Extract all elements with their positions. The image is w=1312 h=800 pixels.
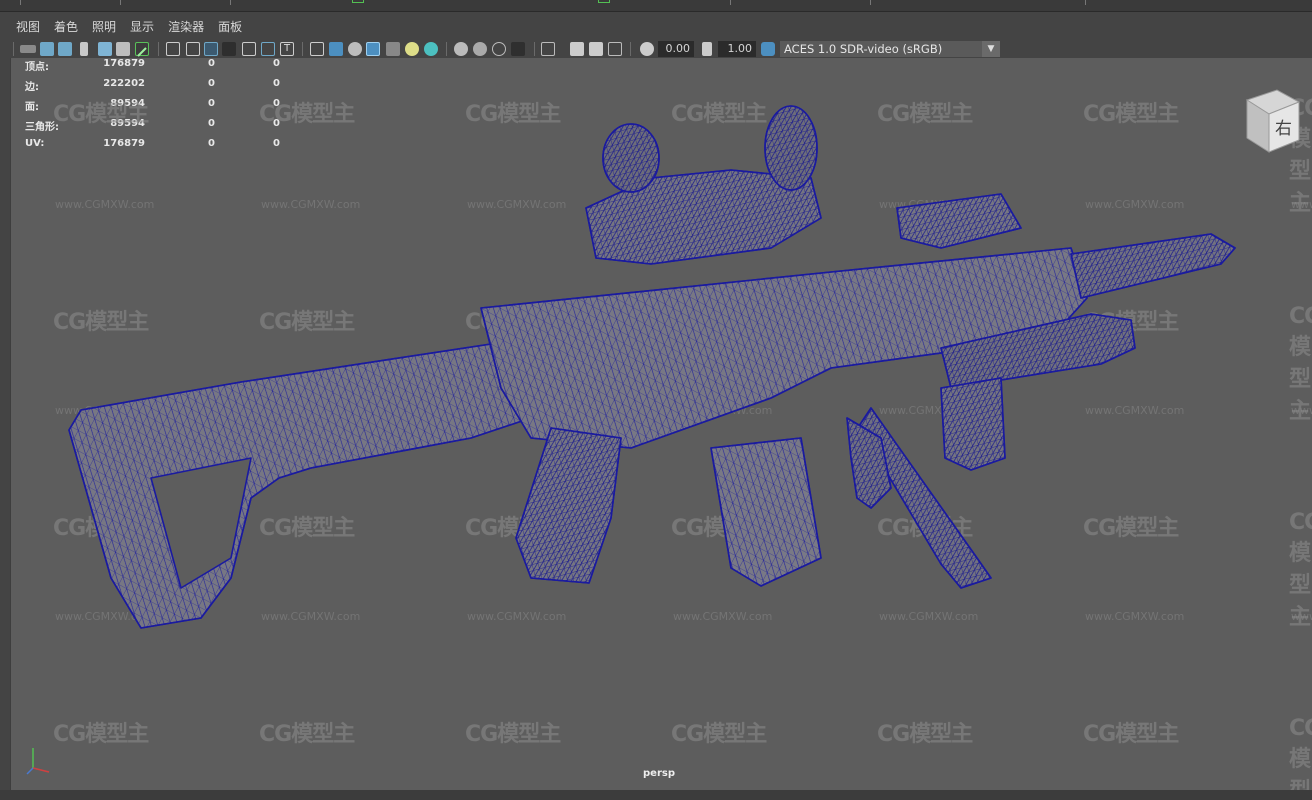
view-cube[interactable]: 右: [1237, 86, 1307, 156]
menu-view[interactable]: 视图: [16, 18, 40, 35]
menu-panels[interactable]: 面板: [218, 18, 242, 35]
menu-lighting[interactable]: 照明: [92, 18, 116, 35]
motion-blur-icon[interactable]: [473, 42, 487, 56]
use-lights-icon[interactable]: [405, 42, 419, 56]
toolbar-separator: [446, 42, 447, 56]
safe-action-icon[interactable]: [261, 42, 275, 56]
xray-active-icon[interactable]: [589, 42, 603, 56]
toolbar-separator: [158, 42, 159, 56]
isolate-select-icon[interactable]: [541, 42, 555, 56]
strip-tick: [730, 0, 731, 5]
menu-shading[interactable]: 着色: [54, 18, 78, 35]
barrel-part: [1070, 233, 1236, 299]
gamma-icon[interactable]: [702, 42, 712, 56]
rifle-wireframe-model[interactable]: [11, 58, 1312, 790]
foregrip-part: [940, 377, 1006, 471]
anti-aliasing-icon[interactable]: [492, 42, 506, 56]
view-cube-face-label: 右: [1275, 119, 1292, 139]
safe-title-icon[interactable]: T: [280, 42, 294, 56]
gate-mask-icon[interactable]: [222, 42, 236, 56]
strip-tick: [1085, 0, 1086, 5]
toolbar-separator: [630, 42, 631, 56]
axis-gizmo: [23, 738, 63, 778]
color-space-label: ACES 1.0 SDR-video (sRGB): [784, 42, 943, 56]
strip-marker-green: [598, 0, 610, 3]
grid-icon[interactable]: [166, 42, 180, 56]
wireframe-icon[interactable]: [310, 42, 324, 56]
smooth-shade-icon[interactable]: [329, 42, 343, 56]
toolbar-separator: [534, 42, 535, 56]
color-space-dropdown[interactable]: ACES 1.0 SDR-video (sRGB) ▼: [780, 41, 1000, 57]
strip-tick: [120, 0, 121, 5]
chevron-down-icon: ▼: [982, 41, 1000, 57]
strip-marker-green: [352, 0, 364, 3]
top-timeline-strip: [0, 0, 1312, 12]
toolbar-separator: [13, 42, 14, 56]
xray-icon[interactable]: [570, 42, 584, 56]
left-border: [0, 58, 10, 790]
color-management-icon[interactable]: [761, 42, 775, 56]
wireframe-on-shaded-icon[interactable]: [366, 42, 380, 56]
stock-part: [68, 343, 532, 629]
panel-menu-bar: 视图 着色 照明 显示 渲染器 面板: [0, 12, 1312, 40]
exposure-field[interactable]: 0.00: [658, 41, 694, 57]
2d-pan-zoom-icon[interactable]: [98, 42, 112, 56]
image-plane-icon[interactable]: [80, 42, 88, 56]
shadows-icon[interactable]: [424, 42, 438, 56]
resolution-gate-icon[interactable]: [204, 42, 218, 56]
grease-pencil-icon[interactable]: [116, 42, 130, 56]
bottom-border: [0, 790, 1312, 800]
strip-tick: [20, 0, 21, 5]
scope-part: [585, 105, 822, 265]
xray-joints-icon[interactable]: [608, 42, 622, 56]
textured-icon[interactable]: [386, 42, 400, 56]
menu-renderer[interactable]: 渲染器: [168, 18, 204, 35]
magazine-part: [710, 437, 822, 587]
camera-select-icon[interactable]: [20, 45, 36, 53]
toolbar-separator: [302, 42, 303, 56]
panel-toolbar: T 0.00 1.00 ACES 1.0 SDR-video (sRGB) ▼: [0, 40, 1312, 58]
bookmarks-icon[interactable]: [58, 42, 72, 56]
depth-of-field-icon[interactable]: [511, 42, 525, 56]
3d-viewport[interactable]: 顶点: 176879 0 0 边: 222202 0 0 面: 89594 0 …: [10, 58, 1312, 790]
gamma-field[interactable]: 1.00: [718, 41, 756, 57]
screen-space-ao-icon[interactable]: [454, 42, 468, 56]
camera-name-label: persp: [643, 768, 675, 779]
pencil-icon[interactable]: [135, 42, 149, 57]
camera-attributes-icon[interactable]: [40, 42, 54, 56]
menu-show[interactable]: 显示: [130, 18, 154, 35]
exposure-icon[interactable]: [640, 42, 654, 56]
default-material-icon[interactable]: [348, 42, 362, 56]
pistol-grip-part: [515, 427, 622, 584]
strip-tick: [230, 0, 231, 5]
field-chart-icon[interactable]: [242, 42, 256, 56]
film-gate-icon[interactable]: [186, 42, 200, 56]
strip-tick: [870, 0, 871, 5]
rail-sight-part: [896, 193, 1022, 249]
